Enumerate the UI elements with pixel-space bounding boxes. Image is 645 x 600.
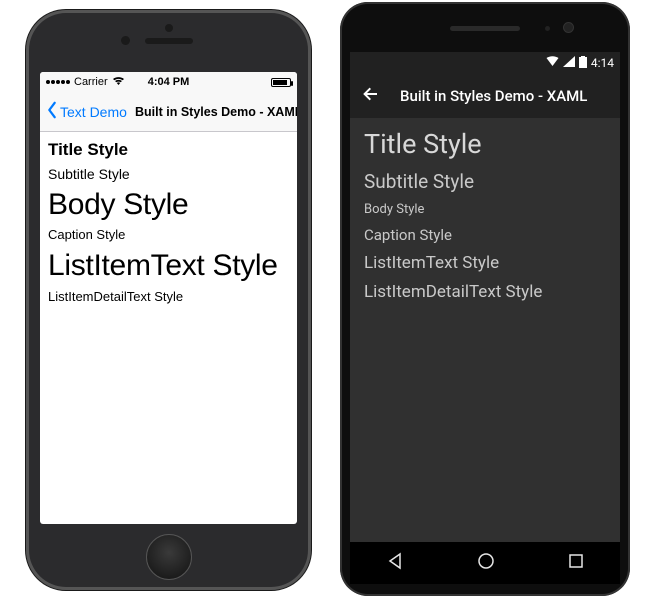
page-title: Built in Styles Demo - XAML: [135, 105, 291, 119]
android-screen: 4:14 Built in Styles Demo - XAML Title S…: [350, 52, 620, 542]
iphone-screen: Carrier 4:04 PM Text Demo Built i: [40, 72, 297, 524]
android-clock: 4:14: [591, 56, 614, 70]
android-camera: [563, 22, 574, 33]
label-listitemdetail-style: ListItemDetailText Style: [48, 290, 289, 305]
signal-icon: [563, 56, 575, 70]
android-app-bar: Built in Styles Demo - XAML: [350, 74, 620, 118]
ios-content: Title Style Subtitle Style Body Style Ca…: [40, 132, 297, 319]
device-comparison: Carrier 4:04 PM Text Demo Built i: [0, 0, 645, 600]
label-body-style: Body Style: [48, 188, 289, 223]
label-listitem-style: ListItemText Style: [364, 253, 606, 274]
ios-status-right: [271, 78, 291, 87]
label-body-style: Body Style: [364, 202, 606, 218]
ios-clock: 4:04 PM: [148, 76, 190, 88]
chevron-left-icon: [46, 101, 58, 122]
label-title-style: Title Style: [364, 128, 606, 162]
battery-icon: [579, 56, 587, 71]
label-subtitle-style: Subtitle Style: [48, 166, 289, 182]
iphone-device-frame: Carrier 4:04 PM Text Demo Built i: [26, 10, 311, 590]
android-system-nav: [350, 542, 620, 584]
ios-status-left: Carrier: [46, 76, 125, 89]
back-button[interactable]: [362, 85, 380, 107]
ios-nav-bar: Text Demo Built in Styles Demo - XAML: [40, 92, 297, 132]
android-content: Title Style Subtitle Style Body Style Ca…: [350, 118, 620, 321]
iphone-camera: [121, 36, 130, 45]
label-listitem-style: ListItemText Style: [48, 249, 289, 284]
wifi-icon: [112, 76, 125, 89]
back-button[interactable]: Text Demo: [46, 101, 127, 122]
back-label: Text Demo: [60, 104, 127, 120]
page-title: Built in Styles Demo - XAML: [400, 87, 587, 105]
android-earpiece: [450, 26, 520, 31]
label-listitemdetail-style: ListItemDetailText Style: [364, 282, 606, 303]
arrow-left-icon: [362, 88, 380, 107]
iphone-speaker: [145, 38, 193, 44]
android-device-frame: 4:14 Built in Styles Demo - XAML Title S…: [340, 2, 630, 596]
signal-dots-icon: [46, 80, 70, 84]
nav-back-button[interactable]: [384, 550, 406, 577]
home-button[interactable]: [146, 534, 192, 580]
android-sensor: [545, 26, 550, 31]
label-caption-style: Caption Style: [48, 228, 289, 243]
nav-home-button[interactable]: [475, 550, 497, 577]
iphone-sensor: [165, 24, 173, 32]
nav-recent-button[interactable]: [566, 551, 586, 576]
label-subtitle-style: Subtitle Style: [364, 170, 606, 194]
battery-icon: [271, 78, 291, 87]
label-title-style: Title Style: [48, 140, 289, 160]
ios-status-bar: Carrier 4:04 PM: [40, 72, 297, 92]
wifi-icon: [546, 56, 559, 70]
android-status-bar: 4:14: [350, 52, 620, 74]
label-caption-style: Caption Style: [364, 226, 606, 245]
carrier-label: Carrier: [74, 76, 108, 88]
